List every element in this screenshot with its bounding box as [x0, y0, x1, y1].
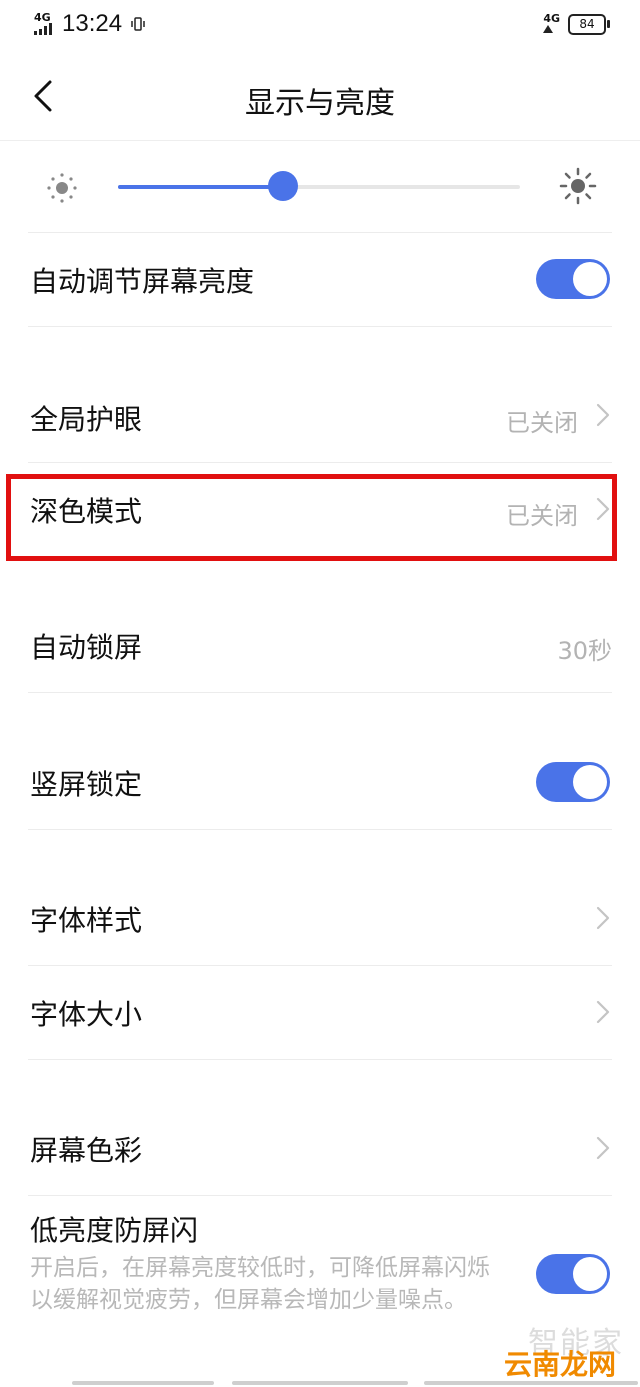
chevron-right-icon — [596, 403, 610, 427]
brightness-high-icon — [559, 167, 597, 205]
page-header: 显示与亮度 — [0, 52, 640, 141]
auto-lock-label: 自动锁屏 — [30, 631, 143, 664]
portrait-lock-row[interactable]: 竖屏锁定 — [28, 735, 612, 829]
chevron-right-icon — [596, 1000, 610, 1024]
divider — [28, 829, 612, 830]
auto-brightness-row[interactable]: 自动调节屏幕亮度 — [28, 232, 612, 326]
toggle-knob — [573, 765, 607, 799]
status-left: 4G 13:24 — [34, 10, 148, 38]
chevron-right-icon — [596, 906, 610, 930]
slider-thumb[interactable] — [267, 171, 298, 201]
network-type-right: 4G — [543, 12, 560, 25]
signal-indicator-left: 4G — [34, 12, 56, 37]
font-size-label: 字体大小 — [30, 998, 143, 1031]
status-right: 4G 84 — [543, 13, 610, 35]
font-style-row[interactable]: 字体样式 — [28, 871, 612, 965]
toggle-knob — [573, 1257, 607, 1291]
auto-brightness-label: 自动调节屏幕亮度 — [30, 265, 255, 298]
auto-brightness-toggle[interactable] — [536, 259, 610, 299]
anti-flicker-description: 开启后，在屏幕亮度较低时，可降低屏幕闪烁以缓解视觉疲劳，但屏幕会增加少量噪点。 — [30, 1255, 490, 1313]
anti-flicker-toggle[interactable] — [536, 1254, 610, 1294]
slider-fill — [118, 185, 283, 189]
signal-bars-icon — [34, 22, 52, 35]
battery-level: 84 — [579, 17, 595, 31]
portrait-lock-toggle[interactable] — [536, 762, 610, 802]
font-style-label: 字体样式 — [30, 904, 143, 937]
chevron-right-icon — [596, 1136, 610, 1160]
brightness-low-icon — [47, 173, 77, 203]
network-type-left: 4G — [34, 10, 51, 24]
divider — [28, 1059, 612, 1060]
bottom-edge-bar — [72, 1381, 638, 1385]
screen-color-label: 屏幕色彩 — [30, 1134, 143, 1167]
auto-lock-row[interactable]: 自动锁屏 30秒 — [28, 598, 612, 692]
bottom-bar-segment — [424, 1381, 638, 1385]
page-title: 显示与亮度 — [245, 86, 395, 121]
eye-protection-value: 已关闭 — [506, 409, 578, 437]
bottom-bar-segment — [72, 1381, 214, 1385]
bottom-bar-segment — [232, 1381, 408, 1385]
eye-protection-label: 全局护眼 — [30, 403, 143, 436]
vibrate-icon — [131, 17, 145, 31]
watermark-logo-text: 云南龙网 — [504, 1348, 617, 1381]
brightness-slider-row — [0, 146, 640, 232]
eye-protection-row[interactable]: 全局护眼 已关闭 — [28, 370, 612, 437]
highlight-box — [6, 474, 617, 561]
status-bar: 4G 13:24 4G 84 — [0, 0, 640, 52]
screen-color-row[interactable]: 屏幕色彩 — [28, 1101, 612, 1195]
divider — [28, 692, 612, 693]
divider — [28, 326, 612, 327]
anti-flicker-label: 低亮度防屏闪 — [30, 1214, 199, 1247]
portrait-lock-label: 竖屏锁定 — [30, 768, 143, 801]
battery-icon: 84 — [568, 13, 610, 35]
data-arrow-icon — [543, 25, 554, 33]
font-size-row[interactable]: 字体大小 — [28, 965, 612, 1059]
clock: 13:24 — [62, 10, 123, 37]
signal-indicator-right: 4G — [543, 13, 560, 35]
auto-lock-value: 30秒 — [557, 637, 612, 665]
toggle-knob — [573, 262, 607, 296]
